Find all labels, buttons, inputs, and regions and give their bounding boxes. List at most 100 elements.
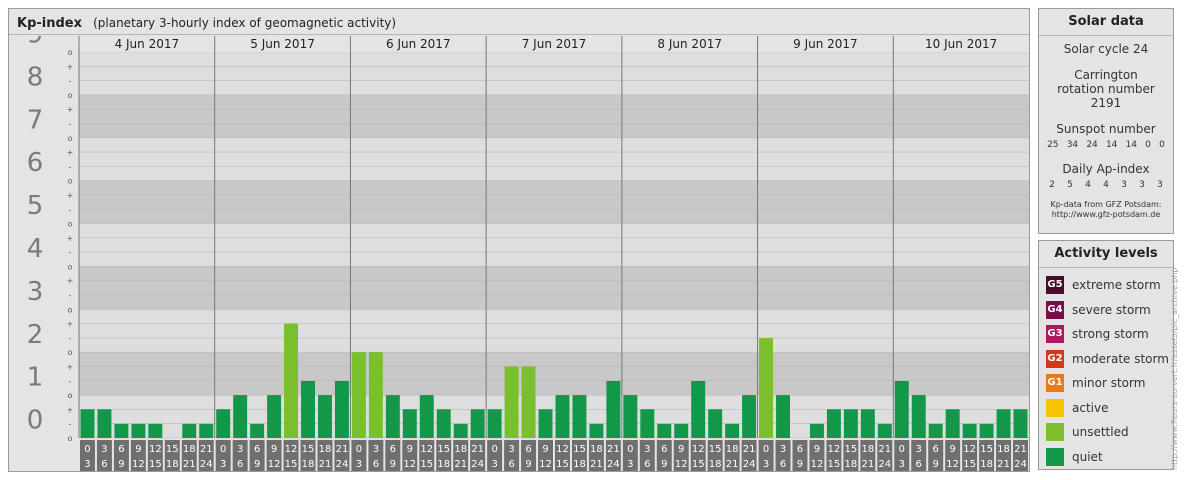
y-tick-label: 7 [27,105,44,135]
minor-tick-label: o [68,262,73,271]
kp-bar [691,380,706,438]
interval-start: 15 [709,444,722,455]
minor-tick-label: - [69,119,72,128]
activity-level-label: strong storm [1072,327,1149,342]
minor-tick-label: o [68,220,73,229]
interval-end: 24 [878,459,891,470]
interval-end: 15 [285,459,298,470]
interval-start: 21 [471,444,484,455]
activity-levels-panel: Activity levels G5 extreme storm G4 severe … [1038,240,1174,470]
interval-end: 18 [166,459,179,470]
interval-end: 6 [373,459,379,470]
source-credit: http://www.fleurs-au-vert.fr/assets/pic_… [1170,267,1179,470]
interval-start: 9 [949,444,955,455]
interval-end: 24 [1014,459,1027,470]
interval-start: 3 [916,444,922,455]
interval-end: 18 [845,459,858,470]
kp-bar [453,423,468,438]
interval-start: 12 [692,444,705,455]
interval-start: 6 [254,444,260,455]
interval-start: 3 [508,444,514,455]
interval-end: 21 [183,459,196,470]
activity-level-item: G1 minor storm [1039,371,1173,396]
kp-bar [487,409,502,438]
kp-bar [708,409,723,438]
sunspot-value: 25 [1047,140,1059,150]
sunspot-value: 24 [1086,140,1098,150]
minor-tick-label: o [68,134,73,143]
kp-bar [97,409,112,438]
interval-start: 12 [149,444,162,455]
minor-tick-label: + [67,148,74,157]
minor-tick-label: + [67,405,74,414]
day-label: 8 Jun 2017 [657,37,722,51]
interval-start: 3 [780,444,786,455]
kp-bar [555,395,570,438]
interval-start: 18 [183,444,196,455]
day-label: 4 Jun 2017 [115,37,180,51]
kp-bar [623,395,638,438]
kp-bar [318,395,332,438]
interval-start: 18 [590,444,603,455]
interval-end: 6 [101,459,107,470]
interval-start: 18 [319,444,332,455]
sunspot-value: 0 [1145,140,1151,150]
kp-bar [759,338,774,438]
interval-start: 6 [797,444,803,455]
interval-end: 15 [149,459,162,470]
kp-bar [674,423,689,438]
interval-start: 0 [220,444,226,455]
ap-value: 3 [1121,180,1127,190]
kp-bar [640,409,655,438]
kp-bar-chart: 0123456789o-+o-+o-+o-+o-+o-+o-+o-+o-+o4 … [9,36,1029,471]
kp-bar [114,423,129,438]
kp-bar [233,395,248,438]
kp-bar [131,423,146,438]
kp-bar [216,409,231,438]
interval-start: 6 [661,444,667,455]
kp-bar [199,423,214,438]
minor-tick-label: + [67,320,74,329]
interval-end: 3 [627,459,633,470]
interval-end: 12 [132,459,145,470]
kp-index-panel: Kp-index (planetary 3-hourly index of ge… [8,8,1030,472]
kp-bar [301,380,315,438]
activity-level-label: quiet [1072,449,1103,464]
interval-start: 9 [135,444,141,455]
kp-bar [843,409,858,438]
interval-start: 9 [678,444,684,455]
kp-bar [962,423,977,438]
y-tick-label: 3 [27,277,44,307]
kp-bar [606,380,621,438]
kp-bar [657,423,672,438]
y-tick-label: 6 [27,148,44,178]
interval-start: 6 [390,444,396,455]
interval-start: 12 [963,444,976,455]
interval-end: 6 [237,459,243,470]
kp-bar [979,423,994,438]
interval-start: 18 [997,444,1010,455]
interval-end: 6 [644,459,650,470]
kp-bar [928,423,943,438]
activity-level-label: active [1072,400,1109,415]
interval-start: 21 [607,444,620,455]
minor-tick-label: - [69,205,72,214]
sunspot-title: Sunspot number [1056,122,1156,136]
y-tick-label: 1 [27,363,44,393]
interval-end: 12 [268,459,281,470]
kp-bar [351,352,366,438]
interval-start: 21 [336,444,349,455]
chart-title: Kp-index [17,16,82,31]
interval-start: 6 [933,444,939,455]
kp-bar [742,395,757,438]
interval-start: 12 [285,444,298,455]
kp-bar [826,409,841,438]
interval-end: 15 [828,459,841,470]
interval-end: 24 [336,459,349,470]
source-line-2: http://www.gfz-potsdam.de [1051,210,1161,219]
minor-tick-label: - [69,77,72,86]
interval-end: 6 [508,459,514,470]
activity-level-swatch [1046,423,1064,442]
day-label: 9 Jun 2017 [793,37,858,51]
interval-end: 9 [118,459,124,470]
